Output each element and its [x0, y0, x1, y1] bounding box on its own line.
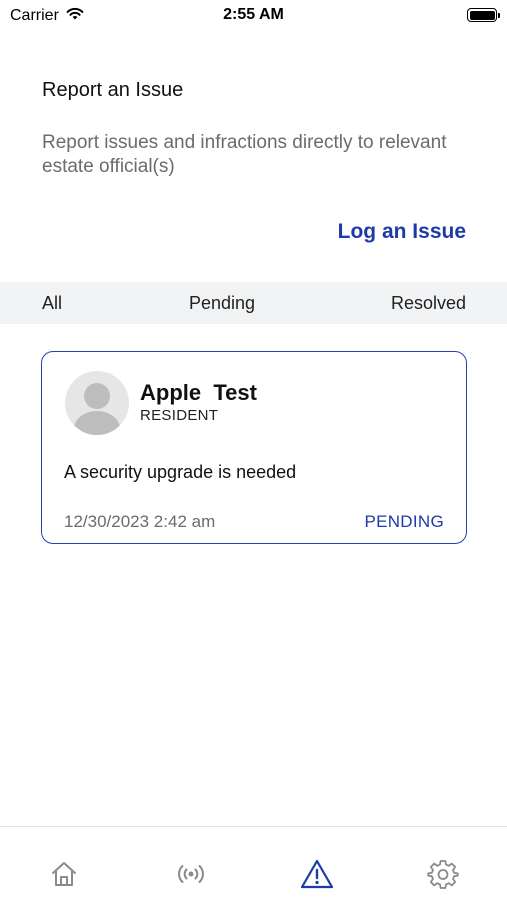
gear-icon [427, 860, 459, 889]
tab-resolved[interactable]: Resolved [391, 293, 466, 314]
status-bar: Carrier 2:55 AM [0, 0, 507, 32]
nav-broadcast-button[interactable] [174, 857, 208, 891]
nav-home-button[interactable] [47, 857, 81, 891]
status-badge: PENDING [364, 512, 444, 531]
filter-tabs: All Pending Resolved [0, 282, 507, 324]
status-time: 2:55 AM [223, 6, 284, 23]
nav-issues-button[interactable] [300, 857, 334, 891]
reporter-role: RESIDENT [140, 407, 219, 424]
tab-all[interactable]: All [42, 293, 62, 314]
log-issue-button[interactable]: Log an Issue [338, 220, 466, 244]
bottom-nav [0, 826, 507, 900]
avatar [65, 371, 129, 435]
page-description: Report issues and infractions directly t… [42, 132, 447, 177]
tab-pending[interactable]: Pending [189, 293, 255, 314]
warning-icon [300, 859, 334, 889]
issue-date: 12/30/2023 2:42 am [64, 512, 216, 531]
home-icon [52, 862, 76, 886]
reporter-name: Apple Test [140, 380, 257, 405]
issue-text: A security upgrade is needed [64, 462, 297, 482]
issue-card[interactable]: Apple Test RESIDENT A security upgrade i… [41, 351, 467, 544]
broadcast-icon [178, 865, 204, 883]
nav-settings-button[interactable] [426, 857, 460, 891]
battery-icon [467, 8, 500, 22]
page-title: Report an Issue [42, 79, 184, 101]
